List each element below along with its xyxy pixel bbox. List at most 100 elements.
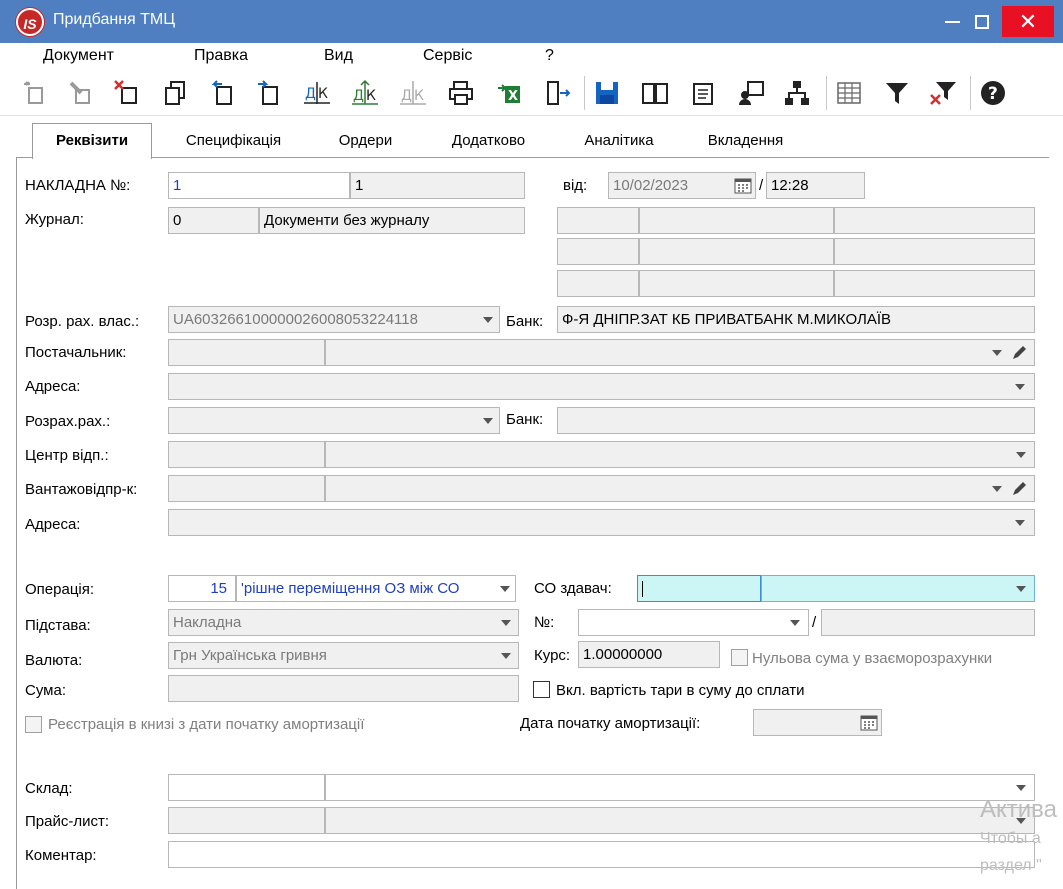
currency-select[interactable]: Грн Українська гривня (168, 642, 519, 669)
date-field[interactable]: 10/02/2023 (608, 172, 756, 199)
extra-field[interactable] (834, 238, 1035, 265)
print-icon (449, 81, 473, 105)
save-icon (596, 82, 618, 104)
print-button[interactable] (444, 76, 478, 110)
pencil-icon[interactable] (1010, 480, 1028, 498)
supplier-select[interactable] (325, 339, 1035, 366)
pricelist-code-field[interactable] (168, 807, 325, 834)
address-select[interactable] (168, 373, 1035, 400)
bank2-field[interactable] (557, 407, 1035, 434)
extra-field[interactable] (834, 207, 1035, 234)
center-code-field[interactable] (168, 441, 325, 468)
co-code-input[interactable] (637, 575, 761, 602)
zero-sum-checkbox[interactable] (731, 649, 748, 666)
operation-code-field[interactable]: 15 (168, 575, 236, 602)
close-button[interactable]: ✕ (1002, 6, 1054, 37)
register-label: Реєстрація в книзі з дати початку аморти… (48, 716, 365, 733)
dk-up-button[interactable]: ДК (348, 76, 382, 110)
copy-button[interactable] (158, 76, 192, 110)
basis-select[interactable]: Накладна (168, 609, 519, 636)
tab-orders[interactable]: Ордери (318, 125, 413, 158)
extra-field[interactable] (557, 207, 639, 234)
help-icon: ? (981, 81, 1005, 105)
tab-attachments[interactable]: Вкладення (688, 125, 803, 158)
invoice-number-secondary-field[interactable]: 1 (350, 172, 525, 199)
address-label: Адреса: (25, 378, 81, 395)
extra-field[interactable] (639, 238, 834, 265)
operation-select[interactable]: 'рішне переміщення ОЗ між СО (236, 575, 516, 602)
rate-field[interactable]: 1.00000000 (578, 641, 720, 668)
number-suffix-field[interactable] (821, 609, 1035, 636)
dk-up-icon: ДК (352, 79, 378, 105)
chevron-down-icon (501, 620, 511, 626)
invoice-number-field[interactable]: 1 (168, 172, 350, 199)
menu-view[interactable]: Вид (324, 47, 353, 65)
extra-field[interactable] (834, 270, 1035, 297)
chevron-down-icon (1016, 785, 1026, 791)
extra-field[interactable] (557, 238, 639, 265)
calendar-icon[interactable] (860, 714, 878, 731)
tab-additional[interactable]: Додатково (426, 125, 551, 158)
shipper-code-field[interactable] (168, 475, 325, 502)
grid-button[interactable] (832, 76, 866, 110)
extra-field[interactable] (557, 270, 639, 297)
own-bank-field[interactable]: Ф-Я ДНІПР.ЗАТ КБ ПРИВАТБАНК М.МИКОЛАЇВ (557, 306, 1035, 333)
calendar-icon[interactable] (734, 177, 752, 194)
tab-requisites[interactable]: Реквізити (32, 123, 152, 159)
tab-analytics[interactable]: Аналітика (564, 125, 674, 158)
import-button[interactable] (206, 76, 240, 110)
menu-edit[interactable]: Правка (194, 47, 248, 65)
tab-specification[interactable]: Специфікація (166, 125, 301, 158)
svg-text:X: X (508, 89, 518, 104)
book-button[interactable] (638, 76, 672, 110)
journal-code-field[interactable]: 0 (168, 207, 259, 234)
address2-select[interactable] (168, 509, 1035, 536)
operation-label: Операція: (25, 581, 95, 598)
date-label: від: (563, 177, 588, 194)
menu-document[interactable]: Документ (43, 47, 114, 65)
operation-name: 'рішне переміщення ОЗ між СО (241, 580, 460, 597)
save-button[interactable] (590, 76, 624, 110)
user-card-button[interactable] (734, 76, 768, 110)
sum-field[interactable] (168, 675, 519, 702)
list-button[interactable] (686, 76, 720, 110)
delete-button[interactable] (110, 76, 144, 110)
extra-field[interactable] (639, 270, 834, 297)
pencil-icon[interactable] (1010, 344, 1028, 362)
extra-field[interactable] (639, 207, 834, 234)
pricelist-select[interactable] (325, 807, 1035, 834)
watermark-line: раздел " (980, 857, 1042, 874)
filter-clear-button[interactable] (926, 76, 960, 110)
amort-date-field[interactable] (753, 709, 882, 736)
maximize-button[interactable] (960, 0, 1004, 43)
help-button[interactable]: ? (976, 76, 1010, 110)
warehouse-code-field[interactable] (168, 774, 325, 801)
comment-field[interactable] (168, 841, 1035, 868)
time-field[interactable]: 12:28 (766, 172, 865, 199)
export-button[interactable] (252, 76, 286, 110)
exit-button[interactable] (540, 76, 574, 110)
create-button[interactable] (18, 76, 52, 110)
filter-button[interactable] (880, 76, 914, 110)
dk-button[interactable]: ДК (300, 76, 334, 110)
co-select[interactable] (761, 575, 1035, 602)
journal-name-field[interactable]: Документи без журналу (259, 207, 525, 234)
own-account-select[interactable]: UA603266100000026008053224118 (168, 306, 500, 333)
menu-help[interactable]: ? (545, 47, 554, 65)
tare-checkbox[interactable] (533, 681, 550, 698)
account-select[interactable] (168, 407, 500, 434)
dk-disabled-button[interactable]: ДК (396, 76, 430, 110)
warehouse-select[interactable] (325, 774, 1035, 801)
zero-sum-label: Нульова сума у взаєморозрахунки (752, 650, 993, 667)
edit-button[interactable] (64, 76, 98, 110)
menu-service[interactable]: Сервіс (423, 47, 472, 65)
supplier-code-field[interactable] (168, 339, 325, 366)
toolbar-separator (970, 76, 971, 110)
center-select[interactable] (325, 441, 1035, 468)
tree-button[interactable] (780, 76, 814, 110)
shipper-label: Вантажовідпр-к: (25, 481, 138, 498)
excel-button[interactable]: X (492, 76, 526, 110)
register-checkbox[interactable] (25, 716, 42, 733)
number-select[interactable] (578, 609, 809, 636)
shipper-select[interactable] (325, 475, 1035, 502)
